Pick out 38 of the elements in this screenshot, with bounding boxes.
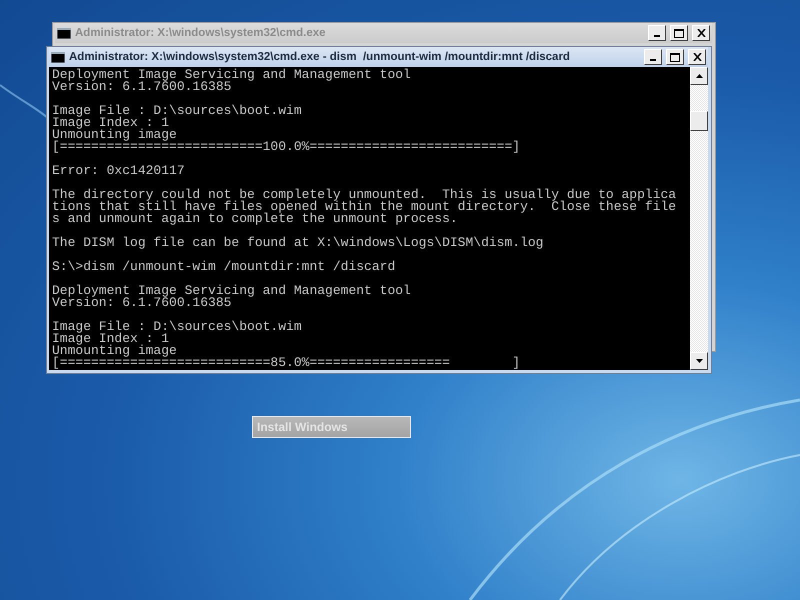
console-line: Deployment Image Servicing and Management tool — [52, 285, 412, 297]
console-line: Image Index : 1 — [52, 333, 170, 345]
console-line: S:\>dism /unmount-wim /mountdir:mnt /discard — [52, 261, 396, 273]
close-button[interactable] — [692, 25, 710, 41]
maximize-button[interactable] — [666, 49, 684, 65]
console-icon — [57, 28, 71, 38]
console-line: Deployment Image Servicing and Management tool — [52, 69, 412, 81]
maximize-icon — [670, 52, 680, 62]
console-line: Version: 6.1.7600.16385 — [52, 81, 232, 93]
console-line: [===========================85.0%================== ] — [52, 357, 522, 369]
down-arrow-icon — [696, 359, 702, 363]
console-line: tions that still have files opened within the mount directory. Close these file — [52, 201, 678, 213]
close-button[interactable] — [688, 49, 706, 65]
scroll-thumb[interactable] — [690, 111, 708, 131]
window-title: Administrator: X:\windows\system32\cmd.exe — [75, 27, 327, 39]
vertical-scrollbar[interactable] — [690, 67, 708, 370]
console-line: [==========================100.0%==========================] — [52, 141, 522, 153]
minimize-button[interactable] — [648, 25, 666, 41]
close-icon — [692, 53, 702, 61]
up-arrow-icon — [696, 74, 702, 78]
scroll-down-button[interactable] — [690, 352, 708, 370]
minimize-button[interactable] — [644, 49, 662, 65]
scroll-up-button[interactable] — [690, 67, 708, 85]
console-line: Unmounting image — [52, 345, 177, 357]
console-line: Image File : D:\sources\boot.wim — [52, 105, 303, 117]
console-line: Version: 6.1.7600.16385 — [52, 297, 232, 309]
window-title: Administrator: X:\windows\system32\cmd.exe - dism /unmount-wim /mountdir:mnt /discard — [69, 51, 571, 63]
close-icon — [696, 29, 706, 37]
console-line: s and unmount again to complete the unmount process. — [52, 213, 458, 225]
console-line: The directory could not be completely unmounted. This is usually due to applica — [52, 189, 678, 201]
console-line: Image File : D:\sources\boot.wim — [52, 321, 303, 333]
console-line: Unmounting image — [52, 129, 177, 141]
maximize-icon — [674, 28, 684, 38]
maximize-button[interactable] — [670, 25, 688, 41]
console-icon — [51, 52, 65, 62]
console-line: The DISM log file can be found at X:\windows\Logs\DISM\dism.log — [52, 237, 544, 249]
console-line: Error: 0xc1420117 — [52, 165, 186, 177]
console-line: Image Index : 1 — [52, 117, 170, 129]
